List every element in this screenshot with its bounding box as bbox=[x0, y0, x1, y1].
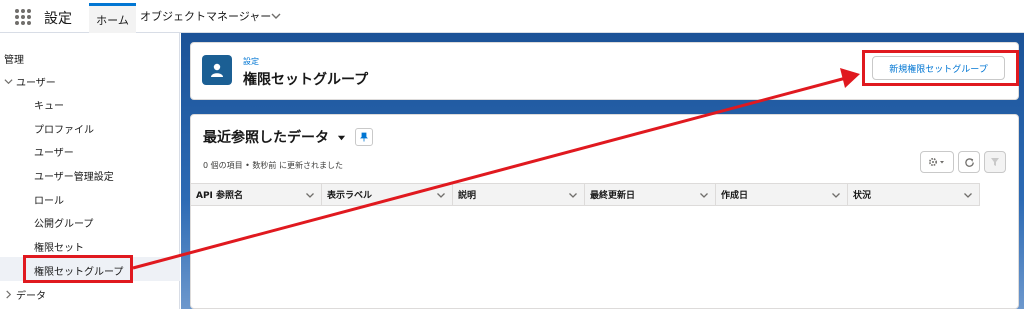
sidebar-group-users[interactable]: ユーザー bbox=[4, 74, 56, 89]
sidebar-group-data[interactable]: データ bbox=[4, 287, 46, 302]
new-button-label: 新規権限セットグループ bbox=[889, 64, 988, 75]
column-label: 状況 bbox=[853, 191, 872, 201]
setup-sidebar: 管理 ユーザー キュー プロファイル ユーザー ユーザー管理設定 ロール 公開グ… bbox=[0, 33, 180, 309]
sidebar-item-queues[interactable]: キュー bbox=[34, 97, 64, 112]
page-title: 権限セットグループ bbox=[243, 72, 369, 88]
tab-home-label: ホーム bbox=[96, 13, 129, 27]
new-permission-set-group-button[interactable]: 新規権限セットグループ bbox=[872, 56, 1005, 80]
column-api-name[interactable]: API 参照名 bbox=[191, 184, 322, 205]
tab-object-manager[interactable]: オブジェクトマネージャー bbox=[140, 8, 271, 24]
global-header: 設定 ホーム オブジェクトマネージャー bbox=[0, 0, 1024, 33]
pin-button[interactable] bbox=[355, 128, 373, 146]
column-label: 表示ラベル bbox=[327, 191, 373, 201]
chevron-down-icon[interactable] bbox=[436, 190, 446, 200]
column-description[interactable]: 説明 bbox=[453, 184, 585, 205]
chevron-down-icon[interactable] bbox=[270, 10, 282, 22]
sidebar-item-permission-set-groups[interactable]: 権限セットグループ bbox=[34, 263, 123, 278]
app-launcher-icon[interactable] bbox=[15, 9, 31, 25]
list-view-card: 最近参照したデータ 0 個の項目 • 数秒前 に更新されました API 参照名 … bbox=[190, 114, 1019, 309]
list-status-text: 0 個の項目 • 数秒前 に更新されました bbox=[203, 161, 343, 170]
caret-down-icon[interactable] bbox=[337, 133, 346, 142]
column-label: 説明 bbox=[458, 191, 477, 201]
gear-icon bbox=[928, 157, 944, 167]
pin-icon bbox=[360, 132, 368, 142]
sidebar-item-public-groups[interactable]: 公開グループ bbox=[34, 215, 93, 230]
refresh-button[interactable] bbox=[958, 151, 980, 173]
table-header: API 参照名 表示ラベル 説明 最終更新日 作成日 状況 bbox=[191, 183, 980, 206]
sidebar-item-profiles[interactable]: プロファイル bbox=[34, 121, 94, 136]
list-view-title: 最近参照したデータ bbox=[203, 130, 329, 146]
breadcrumb[interactable]: 設定 bbox=[243, 56, 259, 67]
sidebar-group-data-label: データ bbox=[16, 291, 46, 302]
list-settings-button[interactable] bbox=[920, 151, 954, 173]
column-label: 作成日 bbox=[721, 191, 749, 201]
column-label: 最終更新日 bbox=[590, 191, 636, 201]
sidebar-item-users[interactable]: ユーザー bbox=[34, 144, 74, 159]
sidebar-group-users-label: ユーザー bbox=[16, 78, 56, 89]
sidebar-heading: 管理 bbox=[4, 55, 24, 66]
column-last-modified[interactable]: 最終更新日 bbox=[585, 184, 716, 205]
page-header: 設定 権限セットグループ 新規権限セットグループ bbox=[190, 42, 1019, 100]
app-name: 設定 bbox=[44, 11, 72, 27]
user-icon bbox=[202, 55, 232, 85]
sidebar-item-permission-sets[interactable]: 権限セット bbox=[34, 239, 84, 254]
filter-button[interactable] bbox=[984, 151, 1006, 173]
chevron-down-icon[interactable] bbox=[305, 190, 315, 200]
column-status[interactable]: 状況 bbox=[848, 184, 980, 205]
chevron-down-icon[interactable] bbox=[699, 190, 709, 200]
refresh-icon bbox=[964, 157, 974, 167]
tab-home[interactable]: ホーム bbox=[89, 3, 136, 33]
chevron-right-icon[interactable] bbox=[4, 290, 13, 299]
sidebar-item-user-management-settings[interactable]: ユーザー管理設定 bbox=[34, 168, 114, 183]
chevron-down-icon[interactable] bbox=[831, 190, 841, 200]
column-created-date[interactable]: 作成日 bbox=[716, 184, 848, 205]
list-view-selector[interactable]: 最近参照したデータ bbox=[203, 127, 346, 147]
chevron-down-icon[interactable] bbox=[963, 190, 973, 200]
chevron-down-icon[interactable] bbox=[568, 190, 578, 200]
column-display-label[interactable]: 表示ラベル bbox=[322, 184, 453, 205]
column-label: API 参照名 bbox=[196, 191, 244, 201]
sidebar-item-roles[interactable]: ロール bbox=[34, 192, 64, 207]
filter-icon bbox=[991, 158, 999, 166]
chevron-down-icon[interactable] bbox=[4, 77, 13, 86]
